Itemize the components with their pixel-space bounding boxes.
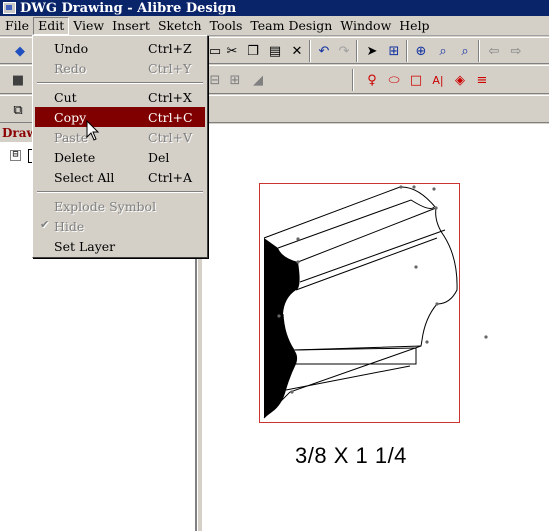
menu-edit[interactable]: Edit: [33, 16, 70, 35]
fill-icon[interactable]: ◈: [450, 70, 470, 90]
drawing-view-icon[interactable]: ⧉: [8, 100, 28, 120]
app-icon: [3, 2, 16, 14]
new-icon[interactable]: ◆: [10, 41, 30, 61]
menu-item-shortcut: Ctrl+V: [148, 129, 193, 145]
menu-item-redo: Redo Ctrl+Y: [35, 58, 205, 78]
menu-view[interactable]: View: [69, 17, 108, 35]
menu-item-label: Redo: [54, 60, 87, 76]
menu-item-delete[interactable]: Delete Del: [35, 147, 205, 167]
toolbar-separator: [352, 69, 354, 91]
menu-item-label: Undo: [54, 40, 89, 56]
back-arrow-icon[interactable]: ⇦: [484, 41, 504, 61]
zoom-window-icon[interactable]: ⌕: [433, 41, 453, 61]
select-arrow-icon[interactable]: ➤: [362, 41, 382, 61]
menu-item-select-all[interactable]: Select All Ctrl+A: [35, 167, 205, 187]
menu-item-label: Select All: [54, 169, 115, 185]
drawing-canvas[interactable]: [202, 124, 549, 531]
menu-item-paste: Paste Ctrl+V: [35, 127, 205, 147]
text-icon[interactable]: A|: [428, 70, 448, 90]
menu-item-label: Copy: [54, 109, 87, 125]
edit-menu-dropdown: Undo Ctrl+Z Redo Ctrl+Y Cut Ctrl+X Copy …: [32, 35, 208, 258]
delete-icon[interactable]: ✕: [287, 41, 307, 61]
menu-file[interactable]: File: [1, 17, 33, 35]
menu-item-cut[interactable]: Cut Ctrl+X: [35, 87, 205, 107]
ellipse-icon[interactable]: ⬭: [384, 70, 404, 90]
menu-item-copy[interactable]: Copy Ctrl+C: [35, 107, 205, 127]
toolbar-separator: [478, 40, 480, 62]
stop-icon[interactable]: ■: [8, 70, 28, 90]
menu-item-shortcut: Ctrl+Y: [148, 60, 192, 76]
rectangle-icon[interactable]: □: [406, 70, 426, 90]
redo-icon: ↷: [338, 43, 350, 59]
mouse-cursor-icon: [86, 120, 100, 141]
dim-icon: ⊟: [209, 72, 221, 88]
point-icon[interactable]: ♀: [362, 70, 382, 90]
menu-help[interactable]: Help: [395, 17, 433, 35]
menu-separator: [35, 187, 205, 196]
menu-item-label: Set Layer: [54, 238, 116, 254]
menu-item-label: Hide: [54, 218, 85, 234]
zoom-in-icon[interactable]: ⊕: [411, 41, 431, 61]
menu-tools[interactable]: Tools: [206, 17, 247, 35]
toolbar-separator: [309, 40, 311, 62]
forward-arrow-icon[interactable]: ⇨: [506, 41, 526, 61]
menu-item-shortcut: Del: [148, 149, 170, 165]
menu-insert[interactable]: Insert: [108, 17, 154, 35]
menu-item-explode-symbol: Explode Symbol: [35, 196, 205, 216]
paste-icon[interactable]: ▤: [265, 41, 285, 61]
flag-icon: ◢: [253, 72, 263, 88]
copy-icon[interactable]: ❐: [243, 41, 263, 61]
select-box-icon[interactable]: ⊞: [384, 41, 404, 61]
checkmark-icon: ✔: [40, 218, 50, 231]
menu-sketch[interactable]: Sketch: [154, 17, 206, 35]
toolbar-separator: [356, 40, 358, 62]
menu-item-shortcut: Ctrl+A: [148, 169, 193, 185]
menu-item-set-layer[interactable]: Set Layer: [35, 236, 205, 256]
menu-item-shortcut: Ctrl+C: [148, 109, 193, 125]
menu-separator: [35, 78, 205, 87]
menu-item-hide: ✔ Hide: [35, 216, 205, 236]
tree-expand-icon[interactable]: ⊟: [10, 150, 21, 161]
dimension-label: 3/8 X 1 1/4: [295, 443, 407, 468]
title-bar: DWG Drawing - Alibre Design: [0, 0, 549, 16]
menu-window[interactable]: Window: [336, 17, 395, 35]
menu-bar: File Edit View Insert Sketch Tools Team …: [0, 16, 549, 36]
menu-item-shortcut: Ctrl+Z: [148, 40, 192, 56]
constraint-icon: ⊞: [229, 72, 241, 88]
cut-icon[interactable]: ✂: [222, 41, 242, 61]
undo-icon[interactable]: ↶: [314, 41, 334, 61]
menu-team-design[interactable]: Team Design: [246, 17, 336, 35]
menu-item-label: Paste: [54, 129, 89, 145]
menu-item-shortcut: Ctrl+X: [148, 89, 192, 105]
menu-item-label: Cut: [54, 89, 77, 105]
line-style-icon[interactable]: ≡: [472, 70, 492, 90]
window-title: DWG Drawing - Alibre Design: [20, 0, 237, 16]
menu-item-label: Delete: [54, 149, 96, 165]
zoom-fit-icon[interactable]: ⌕: [455, 41, 475, 61]
menu-item-label: Explode Symbol: [54, 198, 157, 214]
toolbar-separator: [406, 40, 408, 62]
menu-item-undo[interactable]: Undo Ctrl+Z: [35, 38, 205, 58]
